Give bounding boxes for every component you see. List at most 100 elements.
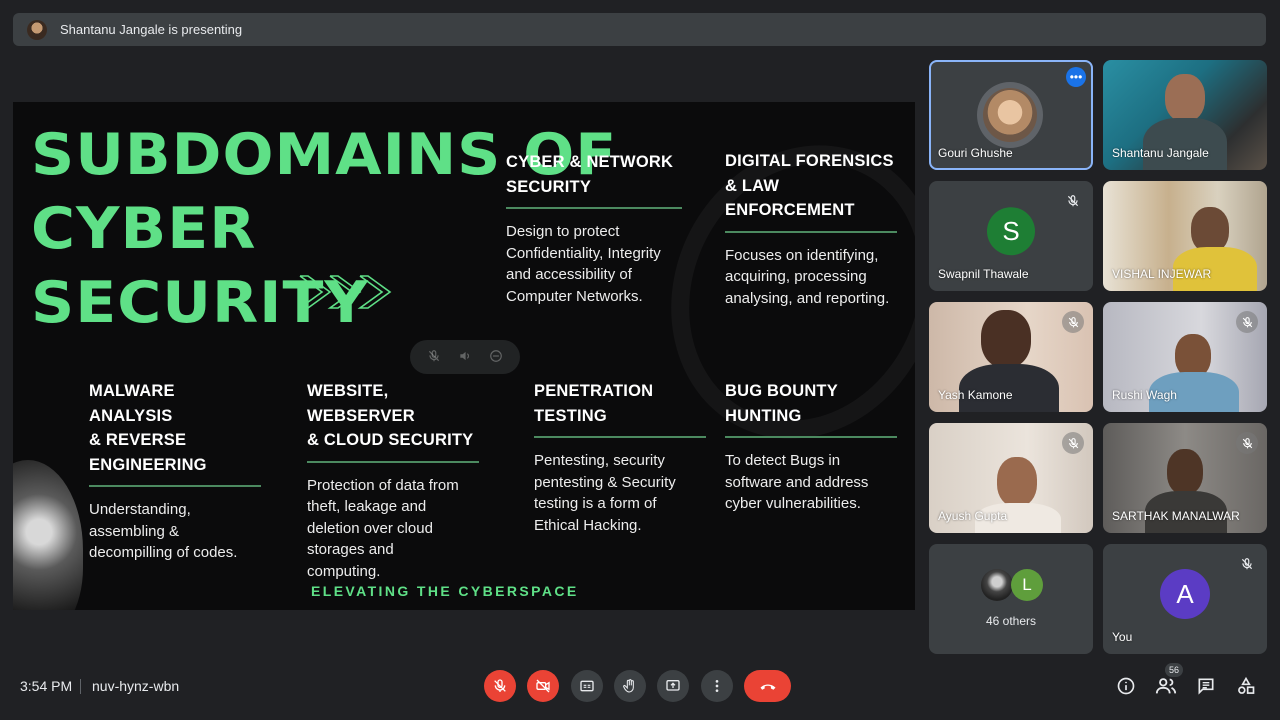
participant-name: Swapnil Thawale (938, 267, 1029, 281)
participant-tile-shantanu-jangale[interactable]: Shantanu Jangale (1103, 60, 1267, 170)
participant-name: Ayush Gupta (938, 509, 1008, 523)
raise-hand-icon (623, 679, 634, 693)
divider (534, 436, 706, 438)
body-line: Design to protect (506, 223, 620, 240)
camera-toggle-button[interactable] (527, 670, 559, 702)
people-button[interactable] (1154, 674, 1178, 698)
participant-tile-others[interactable]: L 46 others (929, 544, 1093, 654)
more-options-icon[interactable]: ••• (1066, 67, 1086, 87)
chat-icon (1198, 678, 1214, 695)
mic-off-icon (1062, 432, 1084, 454)
participant-tile-sarthak-manalwar[interactable]: SARTHAK MANALWAR (1103, 423, 1267, 533)
more-options-button[interactable] (701, 670, 733, 702)
body-line: deletion over cloud (307, 519, 433, 537)
mic-off-icon (1236, 432, 1258, 454)
section-heading: WEBSITE, WEBSERVER & CLOUD SECURITY (307, 379, 479, 453)
people-count-badge: 56 (1165, 663, 1183, 677)
mic-off-icon[interactable] (427, 349, 441, 366)
presenting-banner: Shantanu Jangale is presenting (13, 13, 1266, 46)
participant-name: VISHAL INJEWAR (1112, 267, 1212, 281)
participant-tile-you[interactable]: A You (1103, 544, 1267, 654)
chat-button[interactable] (1194, 674, 1218, 698)
heading-line: & LAW (725, 176, 780, 195)
meeting-details-button[interactable] (1114, 674, 1138, 698)
avatar: A (1160, 569, 1210, 619)
section-body: To detect Bugs in software and address c… (725, 450, 897, 515)
camera-off-icon (536, 679, 550, 693)
body-line: pentesting & Security (534, 473, 676, 491)
people-icon (1155, 678, 1177, 694)
mic-off-icon (494, 679, 506, 692)
raise-hand-button[interactable] (614, 670, 646, 702)
divider (506, 207, 682, 209)
video-feed-person (997, 457, 1037, 507)
heading-line: DIGITAL FORENSICS (725, 152, 894, 170)
section-cyber-network: CYBER & NETWORK SECURITY Design to prote… (506, 150, 682, 307)
video-feed-person (1167, 449, 1203, 495)
section-heading: BUG BOUNTY HUNTING (725, 379, 897, 428)
presentation-slide: SUBDOMAINS OF CYBER SECURITY CYBER & NET… (13, 102, 915, 610)
video-feed-person (1165, 74, 1205, 122)
avatar (981, 569, 1013, 601)
body-line: computing. (307, 562, 381, 580)
divider (725, 436, 897, 438)
leave-call-button[interactable] (744, 670, 791, 702)
participant-name: Rushi Wagh (1112, 388, 1177, 402)
heading-line: HUNTING (725, 406, 802, 425)
captions-button[interactable] (571, 670, 603, 702)
body-line: acquiring, processing (725, 268, 867, 286)
heading-line: PENETRATION (534, 382, 654, 400)
participant-tile-rushi-wagh[interactable]: Rushi Wagh (1103, 302, 1267, 412)
body-line: Ethical Hacking. (534, 516, 642, 534)
remove-icon[interactable] (489, 349, 503, 366)
section-heading: CYBER & NETWORK SECURITY (506, 150, 682, 199)
volume-icon[interactable] (458, 349, 472, 366)
mic-off-icon (1236, 553, 1258, 575)
body-line: decompilling of codes. (89, 544, 238, 562)
section-malware-analysis: MALWARE ANALYSIS & REVERSE ENGINEERING U… (89, 379, 261, 564)
heading-line: BUG BOUNTY (725, 382, 838, 400)
heading-line: MALWARE ANALYSIS (89, 382, 175, 425)
section-body: Design to protect Confidentiality, Integ… (506, 221, 682, 307)
section-heading: DIGITAL FORENSICS & LAW ENFORCEMENT (725, 149, 897, 223)
body-line: Pentesting, security (534, 452, 665, 469)
mic-toggle-button[interactable] (484, 670, 516, 702)
body-line: Understanding, (89, 501, 191, 518)
meeting-time: 3:54 PM (20, 678, 73, 694)
section-penetration-testing: PENETRATION TESTING Pentesting, security… (534, 379, 706, 536)
info-icon (1117, 677, 1135, 695)
section-body: Protection of data from theft, leakage a… (307, 475, 479, 583)
heading-line: & CLOUD SECURITY (307, 431, 474, 449)
section-web-cloud: WEBSITE, WEBSERVER & CLOUD SECURITY Prot… (307, 379, 479, 582)
heading-line: TESTING (534, 406, 607, 425)
present-icon (666, 680, 680, 691)
chevrons-icon (298, 275, 392, 309)
participant-tile-vishal-injewar[interactable]: VISHAL INJEWAR (1103, 181, 1267, 291)
participant-name: 46 others (985, 614, 1037, 628)
presentation-hover-controls[interactable] (410, 340, 520, 374)
heading-line: ENFORCEMENT (725, 201, 855, 219)
end-call-icon (760, 684, 775, 690)
avatar: L (1011, 569, 1043, 601)
participant-tile-yash-kamone[interactable]: Yash Kamone (929, 302, 1093, 412)
participant-name: SARTHAK MANALWAR (1112, 509, 1240, 523)
body-line: testing is a form of (534, 495, 657, 513)
slide-tagline: ELEVATING THE CYBERSPACE (311, 583, 579, 599)
participant-name: Yash Kamone (938, 388, 1013, 402)
participant-name: Shantanu Jangale (1112, 146, 1209, 160)
participant-tile-gouri-ghushe[interactable]: ••• Gouri Ghushe (929, 60, 1093, 170)
participant-tile-ayush-gupta[interactable]: Ayush Gupta (929, 423, 1093, 533)
activities-button[interactable] (1234, 674, 1258, 698)
body-line: analysing, and reporting. (725, 289, 890, 307)
section-bug-bounty: BUG BOUNTY HUNTING To detect Bugs in sof… (725, 379, 897, 515)
participant-tile-swapnil-thawale[interactable]: S Swapnil Thawale (929, 181, 1093, 291)
present-now-button[interactable] (657, 670, 689, 702)
heading-line: CYBER & NETWORK (506, 153, 674, 171)
section-body: Understanding, assembling & decompilling… (89, 499, 261, 564)
mic-off-icon (1062, 190, 1084, 212)
body-line: and accessibility of (506, 266, 632, 284)
divider (89, 485, 261, 487)
captions-icon (580, 680, 594, 692)
heading-line: & REVERSE (89, 431, 187, 449)
mic-off-icon (1236, 311, 1258, 333)
